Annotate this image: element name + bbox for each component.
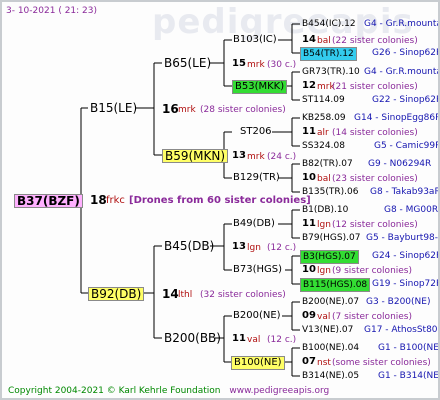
gggp-6-ref: G5 - Camic99R [374, 141, 440, 151]
gggp-15[interactable]: B100(NE).04 [302, 342, 359, 354]
gp-2-note: (24 c.) [267, 152, 297, 162]
gp-1-age: 15 [232, 58, 246, 69]
gp-3-note: (12 c.) [267, 243, 297, 253]
parent-2-breed: lthl [178, 290, 193, 300]
ggp-6-breed: lgn [317, 266, 331, 276]
gp-queen-2[interactable]: B59(MKN) [162, 149, 229, 163]
gggp-2-ref: G26 - Sinop62R [372, 48, 440, 58]
gggp-8[interactable]: B135(TR).06 [302, 186, 358, 198]
ggp-queen-7[interactable]: B200(NE) [233, 310, 281, 322]
gggp-3-ref: G4 - Gr.R.mounta [364, 67, 440, 77]
gggp-16[interactable]: B314(NE).05 [302, 370, 359, 382]
ggp-5-breed: lgn [317, 220, 331, 230]
ggp-queen-4[interactable]: B129(TR) [233, 172, 280, 184]
ggp-3-breed: alr [317, 128, 329, 138]
gggp-7-ref: G9 - N06294R [368, 159, 432, 169]
gggp-9[interactable]: B1(DB).10 [302, 204, 348, 216]
ggp-7-breed: val [317, 312, 331, 322]
root-note: [Drones from 60 sister colonies] [129, 195, 311, 206]
gggp-4[interactable]: ST114.09 [302, 94, 345, 106]
root-breed: frkc [106, 195, 125, 206]
gp-queen-3[interactable]: B45(DB) [164, 240, 214, 252]
queen-root[interactable]: B37(BZF) [14, 194, 83, 208]
gggp-5-ref: G14 - SinopEgg86R [354, 113, 440, 123]
gggp-4-ref: G22 - Sinop62R [372, 95, 440, 105]
ggp-queen-3[interactable]: ST206 [240, 126, 272, 138]
gggp-3[interactable]: GR73(TR).10 [302, 66, 360, 78]
gggp-9-ref: G8 - MG00R [384, 205, 439, 215]
header-date: 3- 10-2021 ( 21: 23) [6, 5, 97, 17]
date-text: 3- 10-2021 [6, 6, 56, 16]
gggp-13[interactable]: B200(NE).07 [302, 296, 359, 308]
ggp-1-age: 14 [302, 34, 316, 45]
ggp-2-age: 12 [302, 80, 316, 91]
pedigree-chart: pedigreeapis 3- 10-2021 ( 21: 23) B37(BZ… [0, 0, 440, 400]
ggp-8-breed: nst [317, 358, 331, 368]
ggp-queen-5[interactable]: B49(DB) [233, 218, 275, 230]
ggp-8-note: (some sister colonies) [332, 358, 431, 368]
gggp-10[interactable]: B79(HGS).07 [302, 232, 360, 244]
gggp-12[interactable]: B115(HGS).08 [300, 278, 371, 292]
gggp-11[interactable]: B3(HGS).07 [300, 250, 359, 264]
gp-3-age: 13 [232, 241, 246, 252]
gp-queen-1[interactable]: B65(LE) [164, 57, 211, 69]
gggp-8-ref: G8 - Takab93aR [370, 187, 440, 197]
ggp-queen-1[interactable]: B103(IC) [233, 34, 277, 46]
gp-4-note: (12 c.) [267, 335, 297, 345]
gp-2-breed: mrk [247, 152, 265, 162]
ggp-6-note: (9 sister colonies) [332, 266, 413, 276]
gp-3-breed: lgn [247, 243, 261, 253]
ggp-queen-2[interactable]: B53(MKK) [232, 80, 288, 94]
ggp-1-note: (22 sister colonies) [332, 36, 418, 46]
time-text: ( 21: 23) [58, 6, 98, 16]
gp-1-note: (30 c.) [267, 60, 297, 70]
gggp-7[interactable]: B82(TR).07 [302, 158, 353, 170]
gggp-10-ref: G5 - Bayburt98-3 [366, 233, 440, 243]
ggp-4-age: 10 [302, 172, 316, 183]
ggp-2-note: (21 sister colonies) [332, 82, 418, 92]
ggp-4-note: (23 sister colonies) [332, 174, 418, 184]
gp-1-breed: mrk [247, 60, 265, 70]
ggp-5-age: 11 [302, 218, 316, 229]
gggp-6[interactable]: SS324.08 [302, 140, 345, 152]
ggp-6-age: 10 [302, 264, 316, 275]
parent-2-age: 14 [162, 287, 179, 301]
gggp-2[interactable]: B54(TR).12 [300, 47, 357, 61]
parent-queen-2[interactable]: B92(DB) [88, 287, 145, 301]
copyright-text: Copyright 2004-2021 © Karl Kehrle Founda… [8, 386, 221, 396]
gggp-1-ref: G4 - Gr.R.mounta [364, 19, 440, 29]
ggp-queen-8[interactable]: B100(NE) [231, 356, 285, 370]
gp-4-age: 11 [232, 333, 246, 344]
parent-2-note: (32 sister colonies) [200, 290, 286, 300]
ggp-5-note: (12 sister colonies) [332, 220, 418, 230]
parent-1-breed: mrk [178, 105, 196, 115]
gp-queen-4[interactable]: B200(BB) [164, 332, 221, 344]
gp-4-breed: val [247, 335, 261, 345]
gggp-15-ref: G1 - B100(NE) [378, 343, 440, 353]
ggp-1-breed: bal [317, 36, 331, 46]
ggp-3-age: 11 [302, 126, 316, 137]
parent-1-age: 16 [162, 102, 179, 116]
gggp-1[interactable]: B454(IC).12 [302, 18, 356, 30]
ggp-4-breed: bal [317, 174, 331, 184]
root-age: 18 [90, 193, 107, 207]
site-link[interactable]: www.pedigreeapis.org [229, 386, 329, 396]
ggp-3-note: (14 sister colonies) [332, 128, 418, 138]
gggp-14[interactable]: V13(NE).07 [302, 324, 353, 336]
gggp-5[interactable]: KB258.09 [302, 112, 346, 124]
gggp-11-ref: G24 - Sinop62R [372, 251, 440, 261]
gggp-14-ref: G17 - AthosSt80R [364, 325, 440, 335]
ggp-8-age: 07 [302, 356, 316, 367]
gggp-16-ref: G1 - B314(NE) [378, 371, 440, 381]
gggp-13-ref: G3 - B200(NE) [366, 297, 431, 307]
parent-1-note: (28 sister colonies) [200, 105, 286, 115]
gggp-12-ref: G19 - Sinop72R [372, 279, 440, 289]
ggp-7-age: 09 [302, 310, 316, 321]
parent-queen-1[interactable]: B15(LE) [90, 102, 137, 114]
ggp-queen-6[interactable]: B73(HGS) [233, 264, 282, 276]
footer: Copyright 2004-2021 © Karl Kehrle Founda… [8, 385, 329, 397]
gp-2-age: 13 [232, 150, 246, 161]
ggp-7-note: (7 sister colonies) [332, 312, 413, 322]
